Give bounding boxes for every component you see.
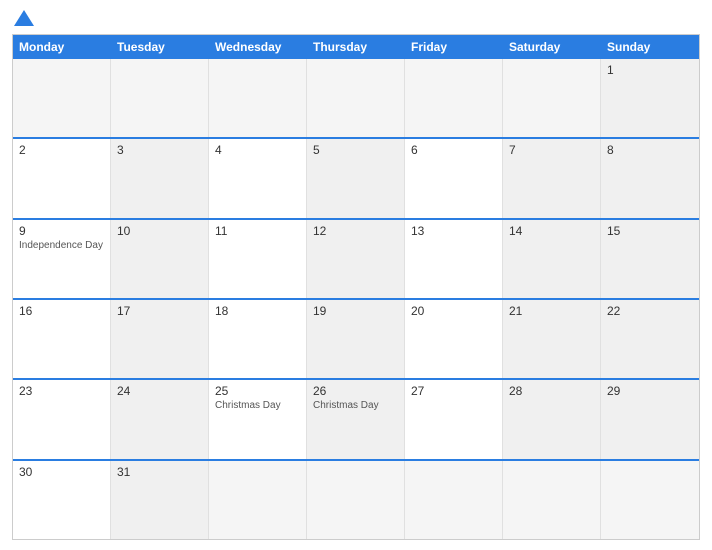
cal-cell: 10 (111, 220, 209, 298)
logo-icon (14, 10, 34, 26)
cal-cell: 21 (503, 300, 601, 378)
header-day-sunday: Sunday (601, 35, 699, 59)
day-number: 16 (19, 304, 104, 318)
cal-cell (307, 59, 405, 137)
cal-cell: 20 (405, 300, 503, 378)
cal-cell: 25 Christmas Day (209, 380, 307, 458)
cal-cell: 13 (405, 220, 503, 298)
day-number: 2 (19, 143, 104, 157)
cal-cell: 24 (111, 380, 209, 458)
holiday-label: Independence Day (19, 240, 104, 251)
calendar-body: 123456789Independence Day101112131415161… (13, 59, 699, 539)
day-number: 4 (215, 143, 300, 157)
day-number: 22 (607, 304, 693, 318)
week-row-2: 9 Independence Day 10 11 12 13 14 15 (13, 218, 699, 298)
cal-cell (503, 59, 601, 137)
week-row-3: 16 17 18 19 20 21 22 (13, 298, 699, 378)
day-number: 26 (313, 384, 398, 398)
cal-cell: 11 (209, 220, 307, 298)
day-number: 25 (215, 384, 300, 398)
cal-cell: 19 (307, 300, 405, 378)
cal-cell (209, 461, 307, 539)
cal-cell: 30 (13, 461, 111, 539)
cal-cell: 14 (503, 220, 601, 298)
cal-cell: 12 (307, 220, 405, 298)
header-day-wednesday: Wednesday (209, 35, 307, 59)
cal-cell (209, 59, 307, 137)
day-number: 14 (509, 224, 594, 238)
day-number: 3 (117, 143, 202, 157)
cal-cell: 8 (601, 139, 699, 217)
cal-cell: 2 (13, 139, 111, 217)
calendar-header: MondayTuesdayWednesdayThursdayFridaySatu… (13, 35, 699, 59)
day-number: 29 (607, 384, 693, 398)
day-number: 20 (411, 304, 496, 318)
cal-cell (405, 59, 503, 137)
cal-cell: 26 Christmas Day (307, 380, 405, 458)
day-number: 27 (411, 384, 496, 398)
day-number: 17 (117, 304, 202, 318)
cal-cell (111, 59, 209, 137)
day-number: 24 (117, 384, 202, 398)
cal-cell: 1 (601, 59, 699, 137)
logo (12, 10, 36, 26)
cal-cell (13, 59, 111, 137)
cal-cell: 18 (209, 300, 307, 378)
day-number: 15 (607, 224, 693, 238)
day-number: 6 (411, 143, 496, 157)
day-number: 23 (19, 384, 104, 398)
day-number: 30 (19, 465, 104, 479)
cal-cell (405, 461, 503, 539)
cal-cell: 15 (601, 220, 699, 298)
cal-cell: 28 (503, 380, 601, 458)
cal-cell: 3 (111, 139, 209, 217)
cal-cell (601, 461, 699, 539)
cal-cell: 22 (601, 300, 699, 378)
day-number: 9 (19, 224, 104, 238)
header-day-thursday: Thursday (307, 35, 405, 59)
day-number: 10 (117, 224, 202, 238)
day-number: 13 (411, 224, 496, 238)
cal-cell: 16 (13, 300, 111, 378)
cal-cell (503, 461, 601, 539)
cal-cell: 31 (111, 461, 209, 539)
page: MondayTuesdayWednesdayThursdayFridaySatu… (0, 0, 712, 550)
cal-cell: 7 (503, 139, 601, 217)
header-day-friday: Friday (405, 35, 503, 59)
header-day-monday: Monday (13, 35, 111, 59)
week-row-4: 23 24 25 Christmas Day 26 Christmas Day 27 28 29 (13, 378, 699, 458)
day-number: 28 (509, 384, 594, 398)
day-number: 31 (117, 465, 202, 479)
cal-cell: 29 (601, 380, 699, 458)
holiday-label: Christmas Day (313, 400, 398, 411)
day-number: 1 (607, 63, 693, 77)
header-day-tuesday: Tuesday (111, 35, 209, 59)
day-number: 5 (313, 143, 398, 157)
header-day-saturday: Saturday (503, 35, 601, 59)
cal-cell: 5 (307, 139, 405, 217)
day-number: 12 (313, 224, 398, 238)
day-number: 21 (509, 304, 594, 318)
day-number: 11 (215, 224, 300, 238)
cal-cell: 27 (405, 380, 503, 458)
day-number: 18 (215, 304, 300, 318)
cal-cell: 9 Independence Day (13, 220, 111, 298)
week-row-1: 2345678 (13, 137, 699, 217)
day-number: 7 (509, 143, 594, 157)
header (12, 10, 700, 26)
day-number: 19 (313, 304, 398, 318)
week-row-5: 30 31 (13, 459, 699, 539)
calendar: MondayTuesdayWednesdayThursdayFridaySatu… (12, 34, 700, 540)
day-number: 8 (607, 143, 693, 157)
week-row-0: 1 (13, 59, 699, 137)
cal-cell (307, 461, 405, 539)
cal-cell: 6 (405, 139, 503, 217)
cal-cell: 4 (209, 139, 307, 217)
cal-cell: 17 (111, 300, 209, 378)
holiday-label: Christmas Day (215, 400, 300, 411)
cal-cell: 23 (13, 380, 111, 458)
